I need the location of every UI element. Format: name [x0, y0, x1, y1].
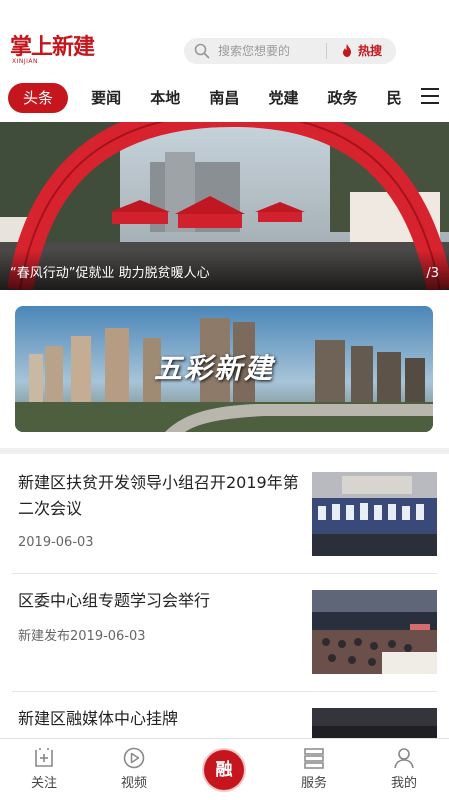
banner-title: 五彩新建: [154, 352, 275, 385]
tab-mine-label: 我的: [390, 776, 417, 791]
news-title: 新建区扶贫开发领导小组召开2019年第二次会议: [18, 473, 299, 518]
tab-follow[interactable]: 关注: [14, 739, 74, 800]
hot-search-button[interactable]: 热搜: [342, 42, 382, 60]
app-logo[interactable]: 掌上新建 XINJIAN: [10, 34, 100, 66]
tab-party[interactable]: 党建: [256, 83, 310, 113]
tab-mine[interactable]: 我的: [374, 739, 434, 800]
news-thumbnail: [312, 472, 437, 556]
news-item[interactable]: 区委中心组专题学习会举行 新建发布2019-06-03: [0, 574, 449, 692]
tab-video-label: 视频: [120, 776, 147, 791]
service-icon: [304, 748, 324, 769]
bottom-tab-bar: 关注 视频 融 服务 我的: [0, 738, 449, 800]
search-icon: [194, 43, 210, 59]
search-placeholder: 搜索您想要的: [218, 44, 291, 58]
tab-headline[interactable]: 头条: [8, 83, 69, 113]
channel-tabs: 头条 要闻 本地 南昌 党建 政务 民: [8, 83, 412, 117]
center-rong-button[interactable]: 融: [204, 750, 244, 790]
section-divider: [0, 448, 449, 454]
carousel-pager: /3: [426, 266, 439, 281]
channel-menu-icon[interactable]: [421, 88, 439, 104]
tab-news[interactable]: 要闻: [79, 83, 133, 113]
app: 掌上新建 XINJIAN 搜索您想要的 热搜 头条 要闻 本地 南昌 党建 政务…: [0, 0, 449, 800]
follow-icon: [35, 748, 53, 767]
news-thumbnail: [312, 590, 437, 674]
wucai-xinjian-banner[interactable]: 五彩新建: [15, 306, 433, 432]
news-item[interactable]: 新建区扶贫开发领导小组召开2019年第二次会议 2019-06-03: [0, 456, 449, 574]
logo-subtext: XINJIAN: [12, 58, 38, 65]
tab-government[interactable]: 政务: [316, 83, 370, 113]
tab-nanchang[interactable]: 南昌: [197, 83, 251, 113]
tab-follow-label: 关注: [30, 776, 57, 791]
play-icon: [123, 747, 145, 769]
tab-service[interactable]: 服务: [284, 739, 344, 800]
header: 掌上新建 XINJIAN 搜索您想要的 热搜: [0, 0, 449, 78]
news-date: 2019-06-03: [18, 535, 94, 550]
logo-text: 掌上新建: [10, 34, 95, 60]
hot-search-label: 热搜: [358, 44, 383, 58]
carousel-caption: “春风行动”促就业 助力脱贫暖人心: [10, 266, 210, 281]
tab-service-label: 服务: [300, 776, 327, 791]
channel-nav: 头条 要闻 本地 南昌 党建 政务 民: [0, 80, 449, 120]
news-title: 新建区融媒体中心挂牌: [18, 709, 179, 728]
tab-video[interactable]: 视频: [104, 739, 164, 800]
tab-livelihood[interactable]: 民: [375, 83, 412, 113]
news-title: 区委中心组专题学习会举行: [18, 591, 211, 610]
news-source-date: 新建发布2019-06-03: [18, 629, 146, 644]
headline-carousel[interactable]: “春风行动”促就业 助力脱贫暖人心 /3: [0, 122, 449, 290]
user-icon: [394, 748, 414, 769]
search-divider: [326, 43, 327, 59]
search-bar[interactable]: 搜索您想要的 热搜: [184, 38, 396, 64]
tab-local[interactable]: 本地: [138, 83, 192, 113]
flame-icon: [343, 44, 351, 57]
